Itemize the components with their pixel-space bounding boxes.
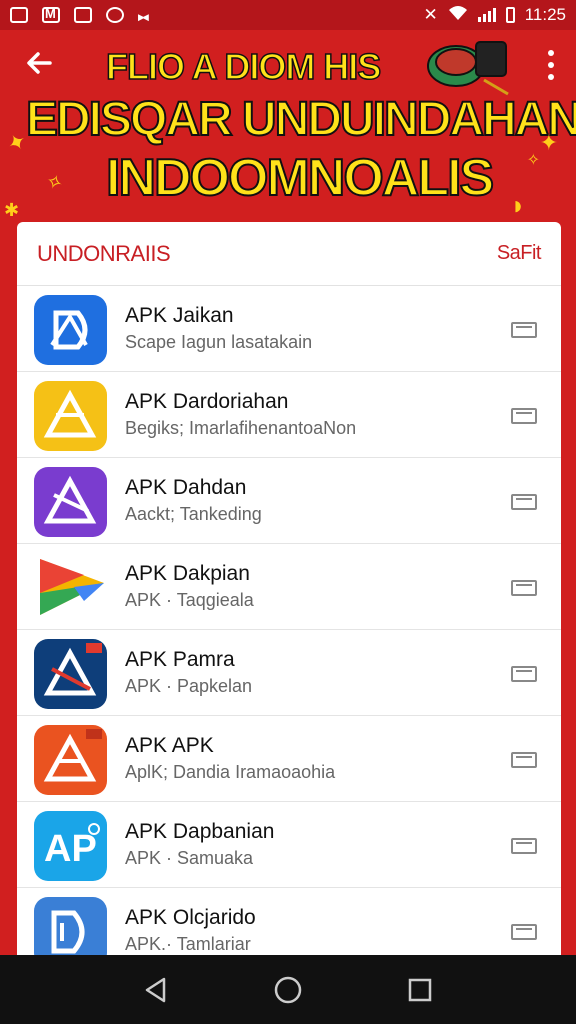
list-item[interactable]: APK Olcjarido APK.· Tamlariar — [17, 888, 561, 962]
svg-text:AP: AP — [44, 828, 97, 870]
app-subtitle: Scape Iagun lasatakain — [125, 332, 313, 352]
app-icon-blue-d — [34, 295, 107, 365]
app-subtitle: AplK; Dandia Iramaoaohia — [125, 762, 336, 782]
app-icon-navy-triangle — [34, 639, 107, 709]
header-banner: FLIO A DIOM HIS EDISQAR UNDUINDAHAN INDO… — [0, 30, 576, 230]
app-icon-play-store — [34, 553, 107, 623]
app-list: APK Jaikan Scape Iagun lasatakain APK Da… — [17, 286, 561, 962]
decoration-icon: ✱ — [4, 200, 20, 220]
bow-notification-icon — [138, 7, 156, 23]
status-notification-icons — [10, 6, 156, 23]
app-name: APK Pamra — [125, 648, 235, 671]
download-icon[interactable] — [511, 666, 537, 682]
download-icon[interactable] — [511, 322, 537, 338]
drum-illustration-icon — [424, 36, 520, 96]
app-subtitle: APK · Papkelan — [125, 676, 253, 696]
photo-notification-icon — [74, 7, 92, 23]
app-subtitle: APK · Taqgieala — [125, 590, 254, 610]
status-time: 11:25 — [524, 5, 566, 24]
guitar-decoration-icon: ◗ — [510, 190, 526, 220]
app-name: APK Jaikan — [125, 304, 234, 327]
download-icon[interactable] — [511, 924, 537, 940]
app-subtitle: APK.· Tamlariar — [125, 934, 251, 954]
decoration-icon: ✧ — [42, 169, 66, 197]
app-subtitle: APK · Samuaka — [125, 848, 254, 868]
clock-notification-icon — [106, 7, 124, 23]
nav-home-icon[interactable] — [268, 970, 308, 1010]
download-icon[interactable] — [511, 838, 537, 854]
decoration-icon: ✦ — [539, 130, 558, 155]
nav-recents-icon[interactable] — [400, 970, 440, 1010]
banner-line-2: EDISQAR UNDUINDAHAN — [25, 92, 576, 147]
image-notification-icon — [10, 7, 28, 23]
banner-line-3: INDOOMNOALIS — [105, 148, 495, 208]
download-icon[interactable] — [511, 494, 537, 510]
download-icon[interactable] — [511, 752, 537, 768]
app-name: APK Dahdan — [125, 476, 247, 499]
download-icon[interactable] — [511, 580, 537, 596]
app-name: APK Dardoriahan — [125, 390, 289, 413]
app-icon-blue-ap: AP — [34, 811, 107, 881]
list-item[interactable]: APK Pamra APK · Papkelan — [17, 630, 561, 716]
app-subtitle: Aackt; Tankeding — [125, 504, 262, 524]
download-icon[interactable] — [511, 408, 537, 424]
app-name: APK Olcjarido — [125, 906, 256, 929]
back-arrow-icon[interactable] — [22, 48, 56, 82]
app-subtitle: Begiks; ImarlafihenantoaNon — [125, 418, 357, 438]
list-item[interactable]: APK Jaikan Scape Iagun lasatakain — [17, 286, 561, 372]
status-system-icons: ✕ 11:25 — [423, 5, 566, 26]
wifi-icon — [448, 5, 468, 26]
app-icon-blue-db — [34, 897, 107, 962]
app-icon-yellow-triangle — [34, 381, 107, 451]
list-title: UNDONRAIIS — [37, 240, 171, 266]
decoration-icon: ✧ — [526, 152, 540, 169]
list-action-button[interactable]: SaFit — [497, 242, 542, 265]
app-name: APK Dapbanian — [125, 820, 275, 843]
nav-back-icon[interactable] — [136, 970, 176, 1010]
list-item[interactable]: APK APK AplK; Dandia Iramaoaohia — [17, 716, 561, 802]
list-item[interactable]: APK Dardoriahan Begiks; Imarlafihenantoa… — [17, 372, 561, 458]
list-item[interactable]: APK Dahdan Aackt; Tankeding — [17, 458, 561, 544]
list-item[interactable]: APK Dakpian APK · Taqgieala — [17, 544, 561, 630]
app-name: APK Dakpian — [125, 562, 250, 585]
banner-line-1: FLIO A DIOM HIS — [105, 45, 382, 88]
overflow-menu-icon[interactable] — [544, 50, 558, 80]
system-nav-bar — [0, 955, 576, 1024]
list-item[interactable]: AP APK Dapbanian APK · Samuaka — [17, 802, 561, 888]
app-icon-orange-triangle — [34, 725, 107, 795]
list-header: UNDONRAIIS SaFit — [17, 222, 561, 286]
vibrate-icon: ✕ — [423, 5, 438, 24]
status-bar: ✕ 11:25 — [0, 0, 576, 30]
gmail-notification-icon — [42, 6, 60, 23]
app-icon-purple-triangle — [34, 467, 107, 537]
app-list-card: UNDONRAIIS SaFit APK Jaikan Scape Iagun … — [17, 222, 561, 962]
signal-icon — [477, 8, 496, 22]
app-name: APK APK — [125, 734, 214, 757]
battery-icon — [505, 7, 515, 23]
